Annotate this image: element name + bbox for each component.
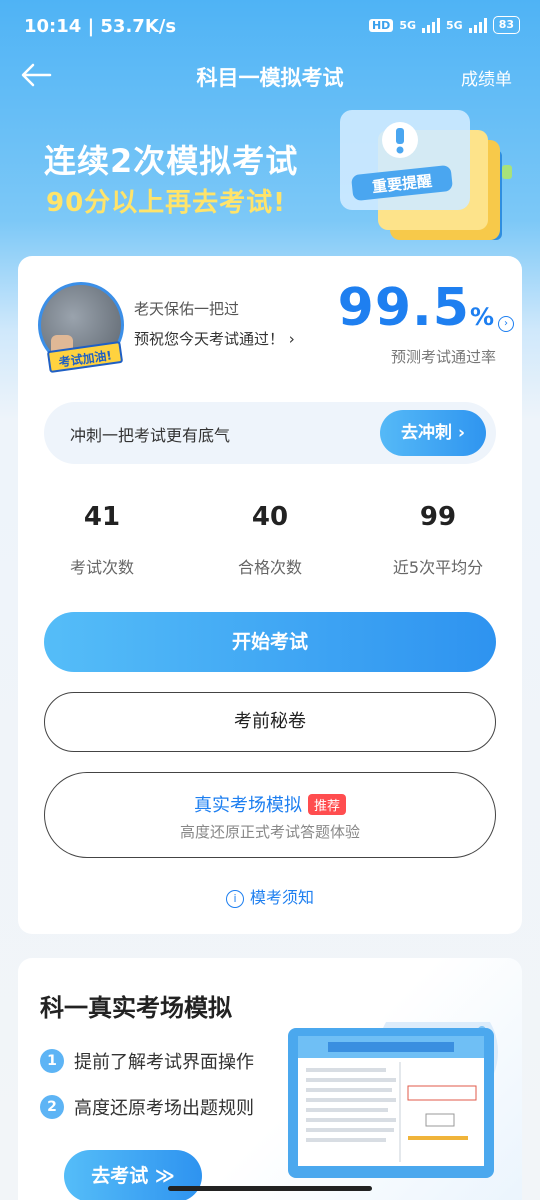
exam-summary-card: 考试加油! 老天保佑一把过 预祝您今天考试通过！ › 99.5% › 预测考试通…: [18, 256, 522, 934]
signal-icon: [422, 17, 440, 33]
stat-label: 近5次平均分: [392, 558, 484, 577]
exam-notice-link[interactable]: i 模考须知: [18, 884, 522, 908]
info-icon: i: [225, 889, 244, 908]
pass-rate-value: 99.5: [337, 278, 470, 338]
real-exam-sim-button[interactable]: 真实考场模拟 推荐 高度还原正式考试答题体验: [44, 772, 496, 858]
prediction-text: 预祝您今天考试通过！: [134, 330, 285, 348]
real-exam-section: 科一真实考场模拟 1 提前了解考试界面操作 2 高度还原考场出题规则 去考试 ≫: [18, 958, 522, 1200]
stat-avg-score: 99 近5次平均分: [358, 502, 518, 578]
real-exam-title: 真实考场模拟 推荐: [194, 791, 346, 817]
chevron-right-icon: ›: [288, 330, 295, 348]
monitor-illustration-icon: [288, 1022, 498, 1178]
real-exam-subtitle: 高度还原正式考试答题体验: [179, 823, 360, 841]
section-title: 科一真实考场模拟: [40, 994, 232, 1022]
reminder-banner: 连续2次模拟考试 90分以上再去考试! 重要提醒: [0, 110, 540, 250]
prediction-link[interactable]: 预祝您今天考试通过！ ›: [134, 328, 295, 349]
pass-rate: 99.5%: [338, 278, 494, 338]
battery-icon: 83: [492, 16, 520, 34]
signal-icon: [468, 17, 487, 33]
nav-bar: 科目一模拟考试 成绩单: [0, 52, 540, 102]
net-label-1: 5G: [399, 18, 416, 32]
home-indicator[interactable]: [168, 1186, 372, 1191]
stat-value: 99: [419, 502, 457, 532]
point-number: 2: [40, 1095, 64, 1119]
stat-label: 合格次数: [237, 558, 302, 577]
page-title: 科目一模拟考试: [196, 66, 344, 90]
point-text: 高度还原考场出题规则: [74, 1098, 254, 1119]
sprint-text: 冲刺一把考试更有底气: [70, 426, 231, 445]
net-label-2: 5G: [446, 18, 463, 32]
stat-label: 考试次数: [69, 558, 134, 577]
stat-pass-count: 40 合格次数: [190, 502, 350, 578]
stat-value: 40: [251, 502, 289, 532]
recommend-tag: 推荐: [307, 793, 346, 815]
hd-icon: HD: [368, 18, 394, 32]
status-icons: HD 5G 5G 83: [368, 16, 520, 34]
banner-headline: 连续2次模拟考试: [44, 142, 299, 180]
greeting-text: 老天保佑一把过: [134, 300, 240, 318]
sprint-button[interactable]: 去冲刺 ›: [380, 410, 486, 456]
pass-rate-unit: %: [469, 303, 494, 331]
sprint-bar: 冲刺一把考试更有底气 去冲刺 ›: [44, 402, 496, 464]
pass-rate-label: 预测考试通过率: [390, 348, 496, 366]
notice-text: 模考须知: [249, 888, 314, 907]
point-number: 1: [40, 1049, 64, 1073]
real-exam-title-text: 真实考场模拟: [193, 795, 302, 816]
secret-paper-button[interactable]: 考前秘卷: [44, 692, 496, 752]
banner-subline: 90分以上再去考试!: [46, 188, 287, 218]
feature-point: 1 提前了解考试界面操作: [40, 1048, 254, 1074]
sprint-button-label: 去冲刺: [401, 423, 453, 443]
score-sheet-link[interactable]: 成绩单: [461, 65, 512, 90]
status-bar: 10:14 | 53.7K/s HD 5G 5G 83: [0, 0, 540, 52]
status-time-speed: 10:14 | 53.7K/s: [24, 16, 177, 37]
point-text: 提前了解考试界面操作: [74, 1052, 254, 1073]
go-exam-button[interactable]: 去考试 ≫: [64, 1150, 202, 1200]
stat-exam-count: 41 考试次数: [22, 502, 182, 578]
reminder-illustration-icon: 重要提醒: [340, 110, 512, 240]
chevron-right-icon: ›: [457, 423, 465, 443]
pass-rate-arrow-icon[interactable]: ›: [498, 316, 514, 332]
start-exam-button[interactable]: 开始考试: [44, 612, 496, 672]
feature-point: 2 高度还原考场出题规则: [40, 1094, 254, 1120]
stat-value: 41: [83, 502, 121, 532]
